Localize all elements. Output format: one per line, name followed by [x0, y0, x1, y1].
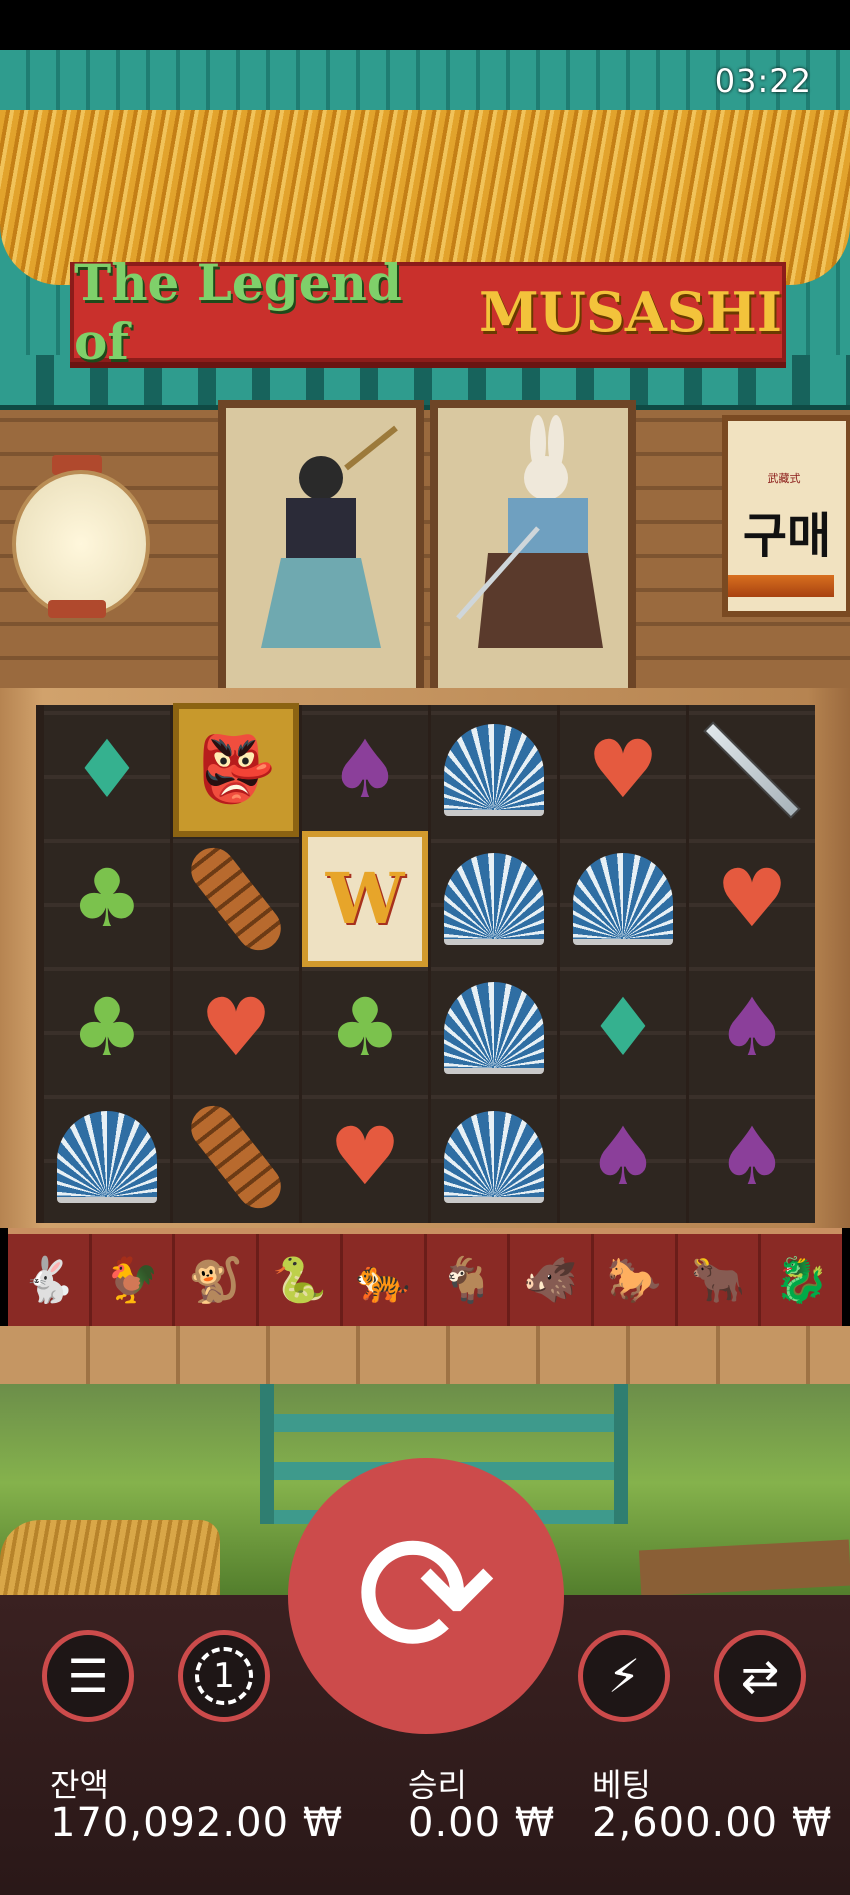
fan-icon — [444, 723, 544, 816]
dragon-icon: 🐉 — [774, 1255, 830, 1306]
symbol-spade: ♠ — [302, 705, 428, 834]
spade-icon: ♠ — [716, 980, 788, 1074]
reel-6: ♥ ♠ ♠ — [689, 705, 815, 1223]
reel-1: ♦ ♣ ♣ — [44, 705, 170, 1223]
heart-icon: ♥ — [200, 980, 272, 1074]
symbol-war-club — [173, 1092, 299, 1221]
reel-4 — [431, 705, 557, 1223]
symbol-war-club — [173, 834, 299, 963]
status-time: 03:22 — [714, 62, 812, 100]
wild-scroll-icon: W — [302, 830, 428, 967]
fan-icon — [444, 852, 544, 945]
bet-level-button[interactable]: 1 — [178, 1630, 270, 1722]
symbol-spade: ♠ — [560, 1092, 686, 1221]
symbol-fan — [560, 834, 686, 963]
symbol-heart: ♥ — [302, 1092, 428, 1221]
samurai-icon: 👺 — [173, 702, 299, 837]
samurai-painting — [261, 425, 398, 648]
symbol-club: ♣ — [302, 963, 428, 1092]
katana-icon — [706, 723, 798, 816]
shop-stamp: 武藏式 — [767, 472, 801, 485]
symbol-club: ♣ — [44, 963, 170, 1092]
title-part2: MUSASHI — [478, 280, 782, 344]
ox-icon: 🐂 — [678, 1234, 762, 1326]
symbol-fan — [431, 963, 557, 1092]
hamburger-icon: ☰ — [67, 1649, 109, 1703]
symbol-fan — [431, 1092, 557, 1221]
turbo-off-icon: ⚡ — [607, 1649, 641, 1703]
symbol-heart: ♥ — [560, 705, 686, 834]
symbol-diamond: ♦ — [560, 963, 686, 1092]
chip-icon: 1 — [195, 1647, 253, 1705]
symbol-samurai: 👺 — [173, 702, 299, 837]
hay-bale — [0, 1520, 220, 1600]
autoplay-icon: ⇄ — [740, 1649, 780, 1703]
reel-5: ♥ ♦ ♠ — [560, 705, 686, 1223]
club-icon: ♣ — [329, 980, 401, 1074]
balance-value: 170,092.00 ₩ — [50, 1800, 344, 1846]
symbol-fan — [431, 705, 557, 834]
club-icon: ♣ — [71, 980, 143, 1074]
symbol-wild: W — [302, 830, 428, 967]
sliding-door-left — [218, 400, 424, 701]
symbol-heart: ♥ — [689, 834, 815, 963]
diamond-icon: ♦ — [71, 722, 143, 816]
boar-icon: 🐗 — [510, 1234, 594, 1326]
fan-icon — [444, 1110, 544, 1203]
tiger-icon: 🐅 — [343, 1234, 427, 1326]
reel-3: ♠ W ♣ ♥ — [302, 705, 428, 1223]
sliding-door-right — [430, 400, 636, 701]
reel-2: 👺 ♥ — [173, 702, 299, 1223]
war-club-icon — [182, 838, 290, 959]
spade-icon: ♠ — [716, 1109, 788, 1203]
status-bar — [0, 0, 850, 50]
lantern-base — [48, 600, 106, 618]
symbol-club: ♣ — [44, 834, 170, 963]
goat-icon: 🐐 — [427, 1234, 511, 1326]
rooster-icon: 🐓 — [92, 1234, 176, 1326]
symbol-spade: ♠ — [689, 1092, 815, 1221]
zodiac-multiplier-row: 🐇 🐓 🐒 🐍 🐅 🐐 🐗 🐎 🐂 🐉 — [8, 1228, 842, 1332]
war-club-icon — [182, 1096, 290, 1217]
club-icon: ♣ — [71, 851, 143, 945]
paper-lantern — [12, 470, 150, 618]
win-value: 0.00 ₩ — [408, 1800, 556, 1846]
symbol-katana — [689, 705, 815, 834]
heart-icon: ♥ — [587, 722, 659, 816]
spin-icon: ⟳ — [354, 1497, 498, 1695]
turbo-button[interactable]: ⚡ — [578, 1630, 670, 1722]
rabbit-warrior-painting — [456, 415, 603, 648]
spin-button[interactable]: ⟳ — [288, 1458, 564, 1734]
symbol-heart: ♥ — [173, 963, 299, 1092]
game-title-banner: The Legend of MUSASHI — [70, 253, 786, 371]
menu-button[interactable]: ☰ — [42, 1630, 134, 1722]
symbol-spade: ♠ — [689, 963, 815, 1092]
diamond-icon: ♦ — [587, 980, 659, 1074]
rabbit-icon: 🐇 — [8, 1234, 92, 1326]
heart-icon: ♥ — [329, 1109, 401, 1203]
symbol-fan — [44, 1092, 170, 1221]
fan-icon — [573, 852, 673, 945]
spade-icon: ♠ — [329, 722, 401, 816]
symbol-diamond: ♦ — [44, 705, 170, 834]
spade-icon: ♠ — [587, 1109, 659, 1203]
fan-icon — [57, 1110, 157, 1203]
wooden-porch — [0, 1326, 850, 1390]
shop-sign-base — [728, 575, 834, 597]
fan-icon — [444, 981, 544, 1074]
bet-value: 2,600.00 ₩ — [592, 1800, 833, 1846]
horse-icon: 🐎 — [594, 1234, 678, 1326]
title-part1: The Legend of — [74, 253, 402, 371]
buy-feature-label[interactable]: 구매 — [722, 496, 850, 566]
heart-icon: ♥ — [716, 851, 788, 945]
autoplay-button[interactable]: ⇄ — [714, 1630, 806, 1722]
symbol-fan — [431, 834, 557, 963]
monkey-icon: 🐒 — [175, 1234, 260, 1326]
snake-icon: 🐍 — [259, 1234, 343, 1326]
